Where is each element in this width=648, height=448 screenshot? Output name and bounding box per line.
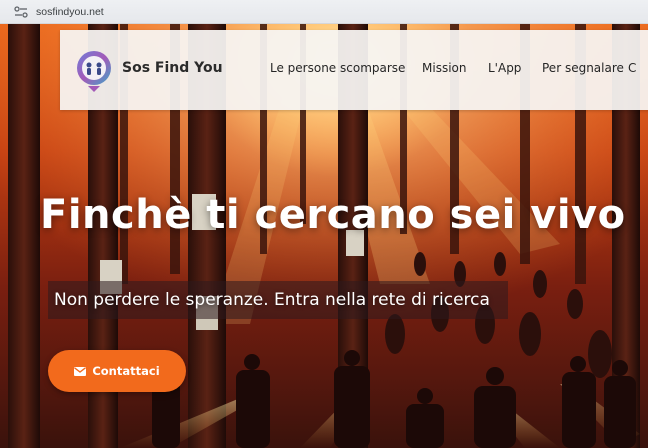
nav-item-app[interactable]: L'App [488, 61, 521, 75]
logo-icon[interactable] [74, 48, 114, 92]
brand-name[interactable]: Sos Find You [122, 60, 223, 76]
hero-headline: Finchè ti cercano sei vivo [40, 192, 626, 238]
contact-button[interactable]: Contattaci [48, 350, 186, 392]
site-navbar: Sos Find You Le persone scomparse Missio… [60, 30, 648, 110]
contact-button-label: Contattaci [92, 364, 160, 378]
hero-subtitle: Non perdere le speranze. Entra nella ret… [54, 290, 490, 310]
site-settings-icon[interactable] [14, 5, 28, 18]
nav-item-persone-scomparse[interactable]: Le persone scomparse [270, 61, 405, 75]
mail-icon [74, 366, 87, 376]
url-text[interactable]: sosfindyou.net [36, 6, 104, 18]
browser-url-bar[interactable]: sosfindyou.net [0, 0, 648, 24]
nav-item-per-segnalare[interactable]: Per segnalare [542, 61, 624, 75]
nav-item-mission[interactable]: Mission [422, 61, 466, 75]
nav-item-contatti[interactable]: C [628, 61, 636, 75]
